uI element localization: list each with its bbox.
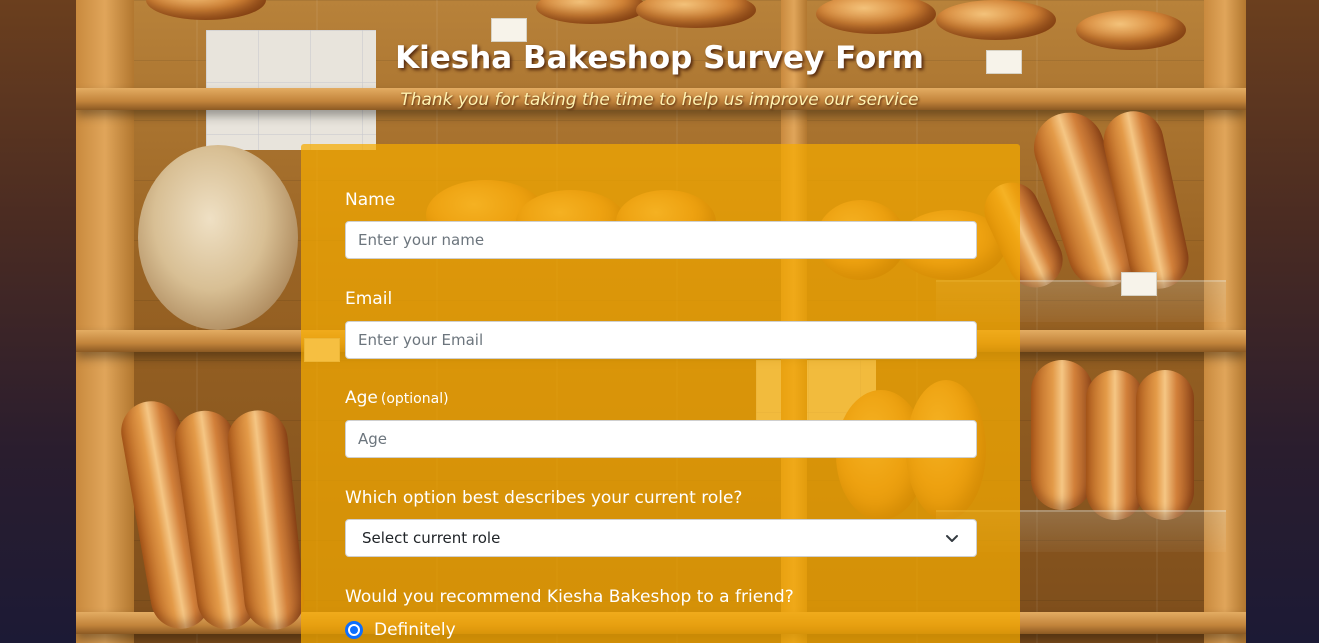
age-label: Age (optional) — [345, 388, 449, 408]
name-input[interactable] — [345, 221, 977, 259]
price-tag — [1121, 272, 1157, 296]
name-label: Name — [345, 190, 396, 210]
chevron-down-icon — [946, 535, 958, 542]
radio-button-definitely[interactable] — [345, 621, 363, 639]
age-label-text: Age — [345, 388, 378, 408]
baguette — [1136, 370, 1194, 520]
email-input[interactable] — [345, 321, 977, 359]
page-subtitle: Thank you for taking the time to help us… — [400, 90, 919, 110]
price-tag — [491, 18, 527, 42]
recommend-option-label: Definitely — [374, 620, 456, 640]
email-label: Email — [345, 289, 393, 309]
role-label: Which option best describes your current… — [345, 488, 743, 508]
survey-form: Name Email Age(optional) Which option be… — [301, 144, 1020, 643]
baguette — [1031, 360, 1093, 510]
role-select-value: Select current role — [362, 529, 501, 547]
page-title: Kiesha Bakeshop Survey Form — [395, 40, 924, 76]
sourdough-loaf — [138, 145, 298, 330]
age-optional-note: (optional) — [380, 391, 449, 407]
role-select[interactable]: Select current role — [345, 519, 977, 557]
recommend-option-definitely[interactable]: Definitely — [345, 620, 456, 640]
recommend-label: Would you recommend Kiesha Bakeshop to a… — [345, 587, 794, 607]
age-input[interactable] — [345, 420, 977, 458]
bread-loaf — [936, 0, 1056, 40]
